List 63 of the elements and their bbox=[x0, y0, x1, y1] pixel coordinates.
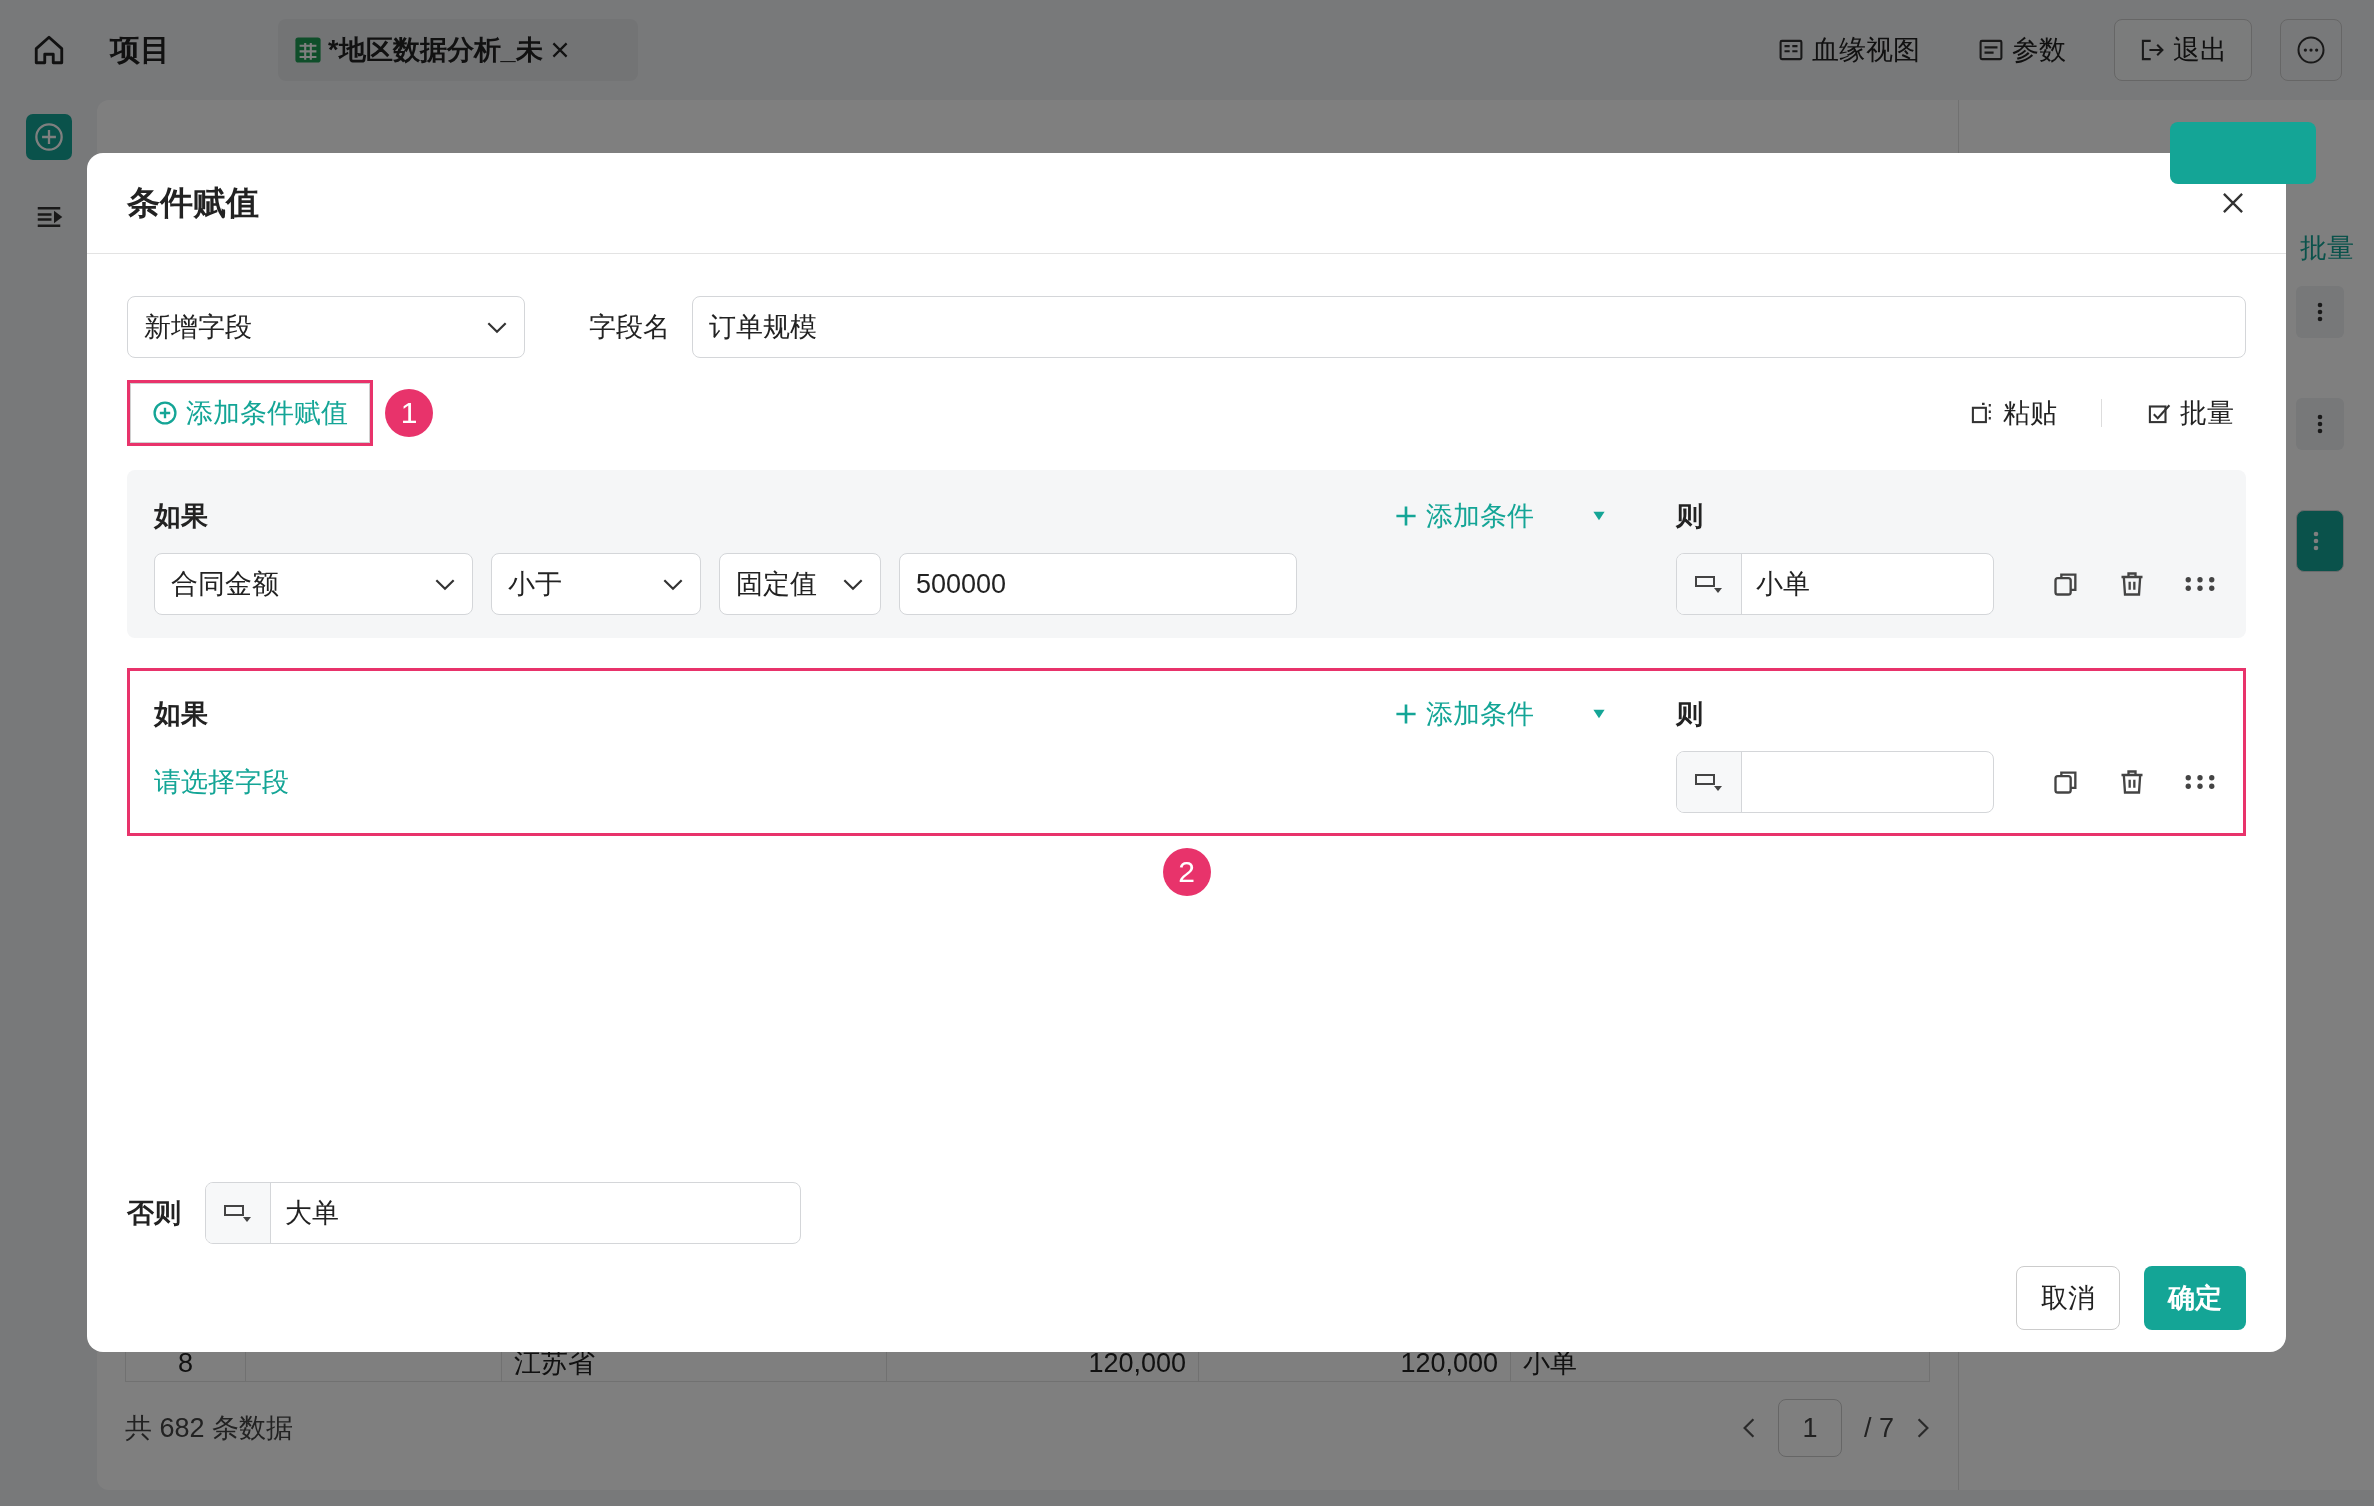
record-count: 共 682 条数据 bbox=[125, 1412, 294, 1445]
value-input[interactable]: 500000 bbox=[899, 553, 1297, 615]
then-label: 则 bbox=[1676, 500, 1703, 533]
result-input[interactable]: 小单 bbox=[1676, 553, 1994, 615]
page-total: / 7 bbox=[1863, 1412, 1894, 1444]
drag-handle-icon[interactable] bbox=[2184, 575, 2216, 593]
text-type-icon bbox=[1694, 771, 1724, 793]
add-circle-icon bbox=[152, 400, 178, 426]
else-input[interactable]: 大单 bbox=[205, 1182, 801, 1244]
project-title[interactable]: 项目 bbox=[110, 29, 170, 71]
result-input[interactable] bbox=[1676, 751, 1994, 813]
value-type-select[interactable]: 固定值 bbox=[719, 553, 881, 615]
previous-icon[interactable] bbox=[1741, 1417, 1756, 1439]
dialog-title: 条件赋值 bbox=[127, 182, 259, 223]
exit-icon bbox=[2139, 37, 2165, 63]
add-icon[interactable] bbox=[25, 114, 72, 160]
table-cell-text: 小单 bbox=[1522, 1347, 1578, 1380]
tool-button[interactable]: 粘贴 bbox=[1957, 395, 2069, 431]
mode-select[interactable]: 新增字段 bbox=[127, 296, 525, 358]
more-icon bbox=[2296, 35, 2326, 65]
exit-button[interactable]: 退出 bbox=[2114, 19, 2252, 81]
kebab-icon bbox=[2317, 413, 2323, 435]
add-condition-button[interactable]: 添加条件 bbox=[1394, 696, 1534, 732]
else-label: 否则 bbox=[127, 1197, 181, 1230]
chevron-down-icon bbox=[434, 577, 456, 591]
parameter-icon bbox=[1978, 37, 2004, 63]
cancel-button[interactable]: 取消 bbox=[2016, 1266, 2120, 1330]
toolbar-button[interactable]: 血缘视图 bbox=[1778, 32, 1920, 68]
field-select[interactable]: 合同金额 bbox=[154, 553, 473, 615]
close-icon[interactable] bbox=[2220, 190, 2246, 216]
kebab-button[interactable] bbox=[2296, 510, 2344, 572]
plus-icon bbox=[1394, 504, 1418, 528]
drag-handle-icon[interactable] bbox=[2184, 773, 2216, 791]
more-button[interactable] bbox=[2280, 19, 2342, 81]
tool-button[interactable]: 批量 bbox=[2134, 395, 2246, 431]
spreadsheet-icon bbox=[294, 36, 322, 64]
home-icon[interactable] bbox=[32, 33, 66, 67]
step-badge: 1 bbox=[385, 389, 433, 437]
add-condition-button[interactable]: 添加条件 bbox=[1394, 498, 1534, 534]
confirm-button[interactable]: 确定 bbox=[2144, 1266, 2246, 1330]
add-rule-button[interactable]: 添加条件赋值 bbox=[127, 380, 373, 446]
kebab-icon bbox=[2313, 530, 2319, 552]
chevron-down-icon bbox=[842, 577, 864, 591]
field-name-input[interactable]: 订单规模 bbox=[692, 296, 2246, 358]
if-label: 如果 bbox=[154, 500, 208, 533]
page-field[interactable]: 1 bbox=[1777, 1399, 1842, 1457]
field-name-label: 字段名 bbox=[589, 311, 670, 344]
text-type-icon bbox=[1694, 573, 1724, 595]
operator-select[interactable]: 小于 bbox=[491, 553, 701, 615]
step-badge: 2 bbox=[1162, 848, 1211, 896]
file-tab[interactable]: *地区数据分析_未 bbox=[278, 19, 638, 81]
select-field-link[interactable]: 请选择字段 bbox=[154, 764, 289, 800]
plus-icon bbox=[1394, 702, 1418, 726]
chevron-down-icon bbox=[486, 320, 508, 334]
kebab-icon bbox=[2317, 301, 2323, 323]
batch-link[interactable]: 批量 bbox=[2300, 230, 2354, 266]
next-icon[interactable] bbox=[1916, 1417, 1930, 1439]
text-type-icon bbox=[223, 1202, 253, 1224]
lineage-icon bbox=[1778, 37, 1804, 63]
then-label: 则 bbox=[1676, 698, 1703, 731]
chevron-down-icon bbox=[662, 577, 684, 591]
toolbar-button[interactable]: 参数 bbox=[1978, 32, 2066, 68]
if-label: 如果 bbox=[154, 698, 208, 731]
